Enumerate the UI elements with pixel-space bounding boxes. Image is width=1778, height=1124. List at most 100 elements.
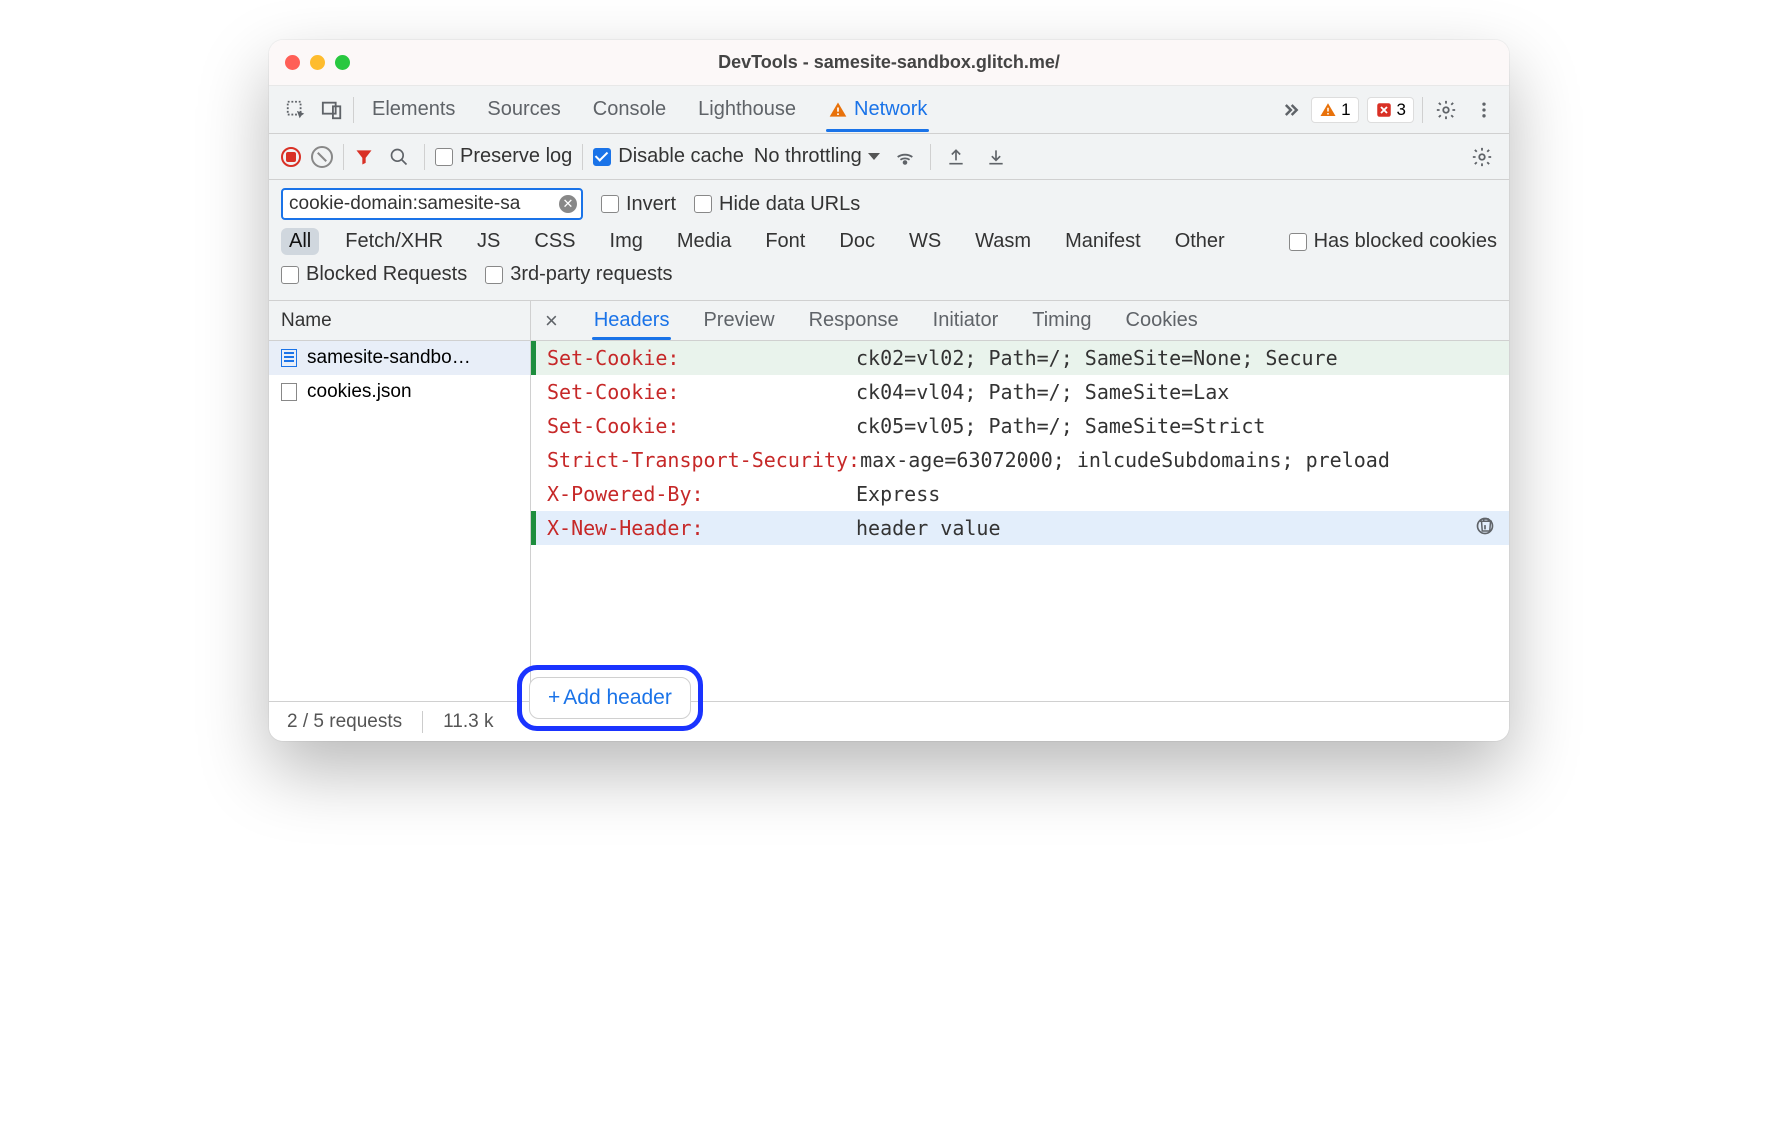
clear-button[interactable] xyxy=(311,146,333,168)
hide-data-urls-input[interactable] xyxy=(694,195,712,213)
third-party-input[interactable] xyxy=(485,266,503,284)
request-name: samesite-sandbo… xyxy=(307,347,471,369)
inspect-element-icon[interactable] xyxy=(281,95,311,125)
info-icon[interactable] xyxy=(1475,516,1495,536)
header-row[interactable]: X-New-Header:header value xyxy=(531,511,1509,545)
filter-type-css[interactable]: CSS xyxy=(526,228,583,255)
details-column: × Headers Preview Response Initiator Timing C… xyxy=(531,301,1509,701)
filter-type-all[interactable]: All xyxy=(281,228,319,255)
details-tab-response[interactable]: Response xyxy=(807,302,901,339)
request-row[interactable]: samesite-sandbo… xyxy=(269,341,530,375)
header-row: Set-Cookie:ck05=vl05; Path=/; SameSite=S… xyxy=(531,409,1509,443)
request-row[interactable]: cookies.json xyxy=(269,375,530,409)
header-value: Express xyxy=(856,482,1495,506)
settings-gear-icon[interactable] xyxy=(1431,95,1461,125)
errors-count: 3 xyxy=(1397,100,1406,120)
details-tab-headers[interactable]: Headers xyxy=(592,302,672,339)
preserve-log-input[interactable] xyxy=(435,148,453,166)
requests-column: Name samesite-sandbo… cookies.json xyxy=(269,301,531,701)
filter-type-wasm[interactable]: Wasm xyxy=(967,228,1039,255)
has-blocked-cookies-input[interactable] xyxy=(1289,233,1307,251)
has-blocked-cookies-checkbox[interactable]: Has blocked cookies xyxy=(1289,230,1497,253)
close-details-icon[interactable]: × xyxy=(539,308,564,334)
filter-type-ws[interactable]: WS xyxy=(901,228,949,255)
blocked-requests-label: Blocked Requests xyxy=(306,263,467,286)
requests-column-header[interactable]: Name xyxy=(269,301,530,341)
header-row: Set-Cookie:ck02=vl02; Path=/; SameSite=N… xyxy=(531,341,1509,375)
filter-type-fetchxhr[interactable]: Fetch/XHR xyxy=(337,228,451,255)
invert-label: Invert xyxy=(626,193,676,216)
filter-type-font[interactable]: Font xyxy=(757,228,813,255)
filter-type-doc[interactable]: Doc xyxy=(831,228,883,255)
invert-input[interactable] xyxy=(601,195,619,213)
tab-network-label: Network xyxy=(854,98,927,121)
tab-lighthouse[interactable]: Lighthouse xyxy=(696,88,798,131)
details-tabs: × Headers Preview Response Initiator Timing C… xyxy=(531,301,1509,341)
filter-input[interactable] xyxy=(281,188,583,220)
header-name: Set-Cookie: xyxy=(541,380,856,404)
main-tab-bar: Elements Sources Console Lighthouse Netw… xyxy=(269,86,1509,134)
kebab-menu-icon[interactable] xyxy=(1469,95,1499,125)
document-icon xyxy=(281,349,297,367)
clear-filter-icon[interactable]: ✕ xyxy=(559,195,577,213)
disable-cache-checkbox[interactable]: Disable cache xyxy=(593,145,744,168)
preserve-log-checkbox[interactable]: Preserve log xyxy=(435,145,572,168)
device-toggle-icon[interactable] xyxy=(317,95,347,125)
record-button[interactable] xyxy=(281,147,301,167)
upload-har-icon[interactable] xyxy=(941,142,971,172)
filter-type-other[interactable]: Other xyxy=(1167,228,1233,255)
details-tab-initiator[interactable]: Initiator xyxy=(931,302,1001,339)
add-header-button[interactable]: + Add header xyxy=(529,677,691,719)
request-count: 2 / 5 requests xyxy=(287,711,402,733)
header-value: ck04=vl04; Path=/; SameSite=Lax xyxy=(856,380,1495,404)
details-tab-cookies[interactable]: Cookies xyxy=(1124,302,1200,339)
header-row: Set-Cookie:ck04=vl04; Path=/; SameSite=L… xyxy=(531,375,1509,409)
filter-type-manifest[interactable]: Manifest xyxy=(1057,228,1149,255)
tab-network[interactable]: Network xyxy=(826,88,929,131)
devtools-window: DevTools - samesite-sandbox.glitch.me/ E… xyxy=(269,40,1509,741)
blocked-requests-input[interactable] xyxy=(281,266,299,284)
blocked-requests-checkbox[interactable]: Blocked Requests xyxy=(281,263,467,286)
tab-console[interactable]: Console xyxy=(591,88,668,131)
details-tab-timing[interactable]: Timing xyxy=(1030,302,1093,339)
header-value: ck05=vl05; Path=/; SameSite=Strict xyxy=(856,414,1495,438)
filter-type-media[interactable]: Media xyxy=(669,228,739,255)
plus-icon: + xyxy=(548,686,560,710)
file-icon xyxy=(281,383,297,401)
download-har-icon[interactable] xyxy=(981,142,1011,172)
warnings-count: 1 xyxy=(1341,100,1350,120)
requests-list: samesite-sandbo… cookies.json xyxy=(269,341,530,701)
panel-settings-gear-icon[interactable] xyxy=(1467,142,1497,172)
separator xyxy=(353,97,354,123)
disable-cache-input[interactable] xyxy=(593,148,611,166)
errors-badge[interactable]: 3 xyxy=(1367,97,1414,123)
hide-data-urls-checkbox[interactable]: Hide data URLs xyxy=(694,193,860,216)
throttling-select[interactable]: No throttling xyxy=(754,145,880,168)
panel-tabs: Elements Sources Console Lighthouse Netw… xyxy=(370,88,1269,131)
more-tabs-icon[interactable] xyxy=(1275,95,1305,125)
filter-type-js[interactable]: JS xyxy=(469,228,508,255)
filter-icon[interactable] xyxy=(354,147,374,167)
header-name: Set-Cookie: xyxy=(541,414,856,438)
header-value: max-age=63072000; inlcudeSubdomains; pre… xyxy=(860,448,1495,472)
filter-input-wrap: ✕ xyxy=(281,188,583,220)
titlebar: DevTools - samesite-sandbox.glitch.me/ xyxy=(269,40,1509,86)
header-value: ck02=vl02; Path=/; SameSite=None; Secure xyxy=(856,346,1495,370)
header-name: Set-Cookie: xyxy=(541,346,856,370)
header-row: X-Powered-By:Express xyxy=(531,477,1509,511)
invert-checkbox[interactable]: Invert xyxy=(601,193,676,216)
separator xyxy=(1422,97,1423,123)
separator xyxy=(582,144,583,170)
network-conditions-icon[interactable] xyxy=(890,142,920,172)
search-icon[interactable] xyxy=(384,142,414,172)
details-tab-preview[interactable]: Preview xyxy=(701,302,776,339)
tab-sources[interactable]: Sources xyxy=(485,88,562,131)
filter-type-img[interactable]: Img xyxy=(602,228,651,255)
has-blocked-cookies-label: Has blocked cookies xyxy=(1314,230,1497,253)
separator xyxy=(424,144,425,170)
add-header-wrap: + Add header xyxy=(529,677,691,719)
warnings-badge[interactable]: 1 xyxy=(1311,97,1358,123)
header-value[interactable]: header value xyxy=(856,516,1469,540)
third-party-checkbox[interactable]: 3rd-party requests xyxy=(485,263,672,286)
tab-elements[interactable]: Elements xyxy=(370,88,457,131)
